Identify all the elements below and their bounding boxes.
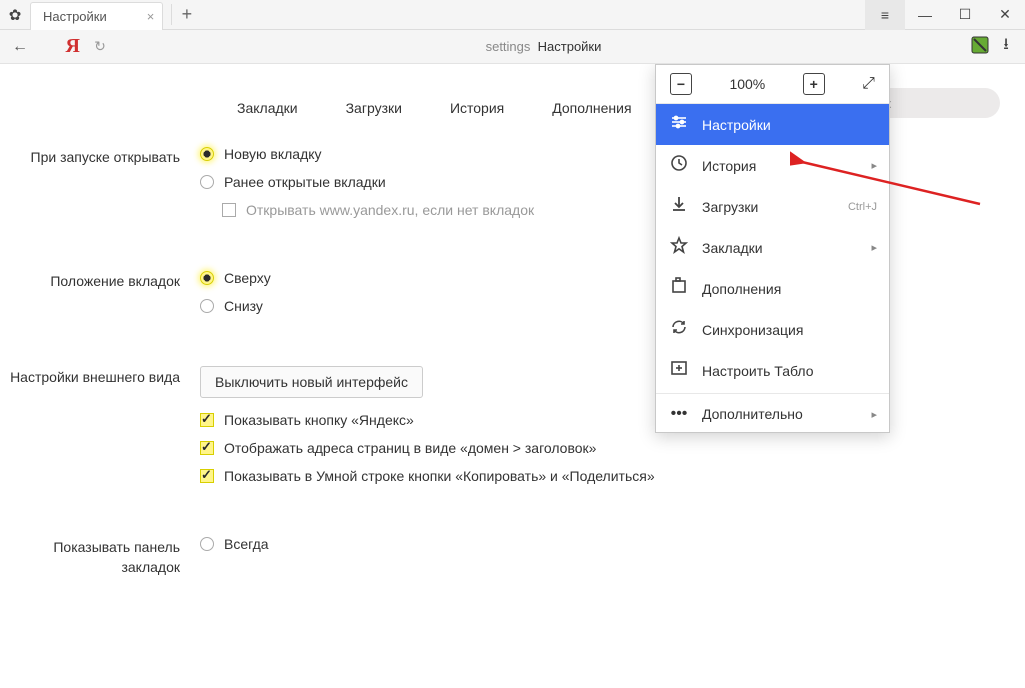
zoom-row: − 100% + ⤢ [656,65,889,104]
nav-history[interactable]: История [438,94,516,122]
yandex-logo[interactable]: Я [40,35,80,58]
menu-separator [656,393,889,394]
section-ui-label: Настройки внешнего вида [0,366,200,496]
section-bookmarkbar-label: Показывать панель закладок [0,536,200,577]
menu-tablo[interactable]: Настроить Табло [656,350,889,391]
menu-bookmarks[interactable]: Закладки ▸ [656,227,889,268]
menu-addons[interactable]: Дополнения [656,268,889,309]
nav-bookmarks[interactable]: Закладки [225,94,310,122]
hamburger-menu-button[interactable]: ≡ [865,0,905,30]
titlebar: ✿ Настройки × + ≡ — ☐ ✕ [0,0,1025,30]
window-controls: ≡ — ☐ ✕ [865,0,1025,29]
disable-new-ui-button[interactable]: Выключить новый интерфейс [200,366,423,398]
window-minimize-button[interactable]: — [905,0,945,30]
zoom-in-button[interactable]: + [803,73,825,95]
menu-downloads-shortcut: Ctrl+J [848,201,877,213]
nav-addons[interactable]: Дополнения [540,94,643,122]
checkbox-icon [200,469,214,483]
tab-close-icon[interactable]: × [147,9,155,24]
menu-tablo-label: Настроить Табло [702,363,814,379]
section-bookmarkbar: Показывать панель закладок Всегда [0,536,1025,577]
dots-icon: ••• [670,405,688,423]
puzzle-icon [670,277,688,300]
downloads-icon[interactable]: ⭳ [993,33,1019,60]
window-close-button[interactable]: ✕ [985,0,1025,30]
url-path: Настройки [538,39,602,54]
radio-icon [200,299,214,313]
radio-icon [200,175,214,189]
browser-tab[interactable]: Настройки × [30,2,163,30]
radio-icon [200,271,214,285]
zoom-value: 100% [729,76,765,92]
menu-bookmarks-label: Закладки [702,240,763,256]
reload-button[interactable]: ↻ [80,38,120,55]
ui-smartbar-buttons[interactable]: Показывать в Умной строке кнопки «Копиро… [200,468,1025,484]
fullscreen-button[interactable]: ⤢ [862,75,875,93]
checkbox-icon [200,413,214,427]
sliders-icon [670,113,688,136]
menu-addons-label: Дополнения [702,281,781,297]
menu-more-label: Дополнительно [702,406,803,422]
clock-icon [670,154,688,177]
gear-icon[interactable]: ✿ [0,6,30,24]
content-area: астроек Закладки Загрузки История Дополн… [0,64,1025,688]
sync-icon [670,318,688,341]
tabspos-top[interactable]: Сверху [200,270,1025,286]
back-button[interactable]: ← [0,38,40,56]
radio-icon [200,147,214,161]
tab-title: Настройки [43,9,107,24]
url-scheme: settings [486,39,531,54]
menu-more[interactable]: ••• Дополнительно ▸ [656,396,889,432]
extension-icon[interactable] [967,36,993,58]
section-tabs-position-label: Положение вкладок [0,270,200,326]
addressbar: ← Я ↻ settings Настройки ⭳ [0,30,1025,64]
chevron-right-icon: ▸ [871,241,877,254]
zoom-out-button[interactable]: − [670,73,692,95]
nav-downloads[interactable]: Загрузки [334,94,414,122]
menu-settings-label: Настройки [702,117,771,133]
menu-downloads[interactable]: Загрузки Ctrl+J [656,186,889,227]
menu-sync-label: Синхронизация [702,322,803,338]
ui-show-yandex-button[interactable]: Показывать кнопку «Яндекс» [200,412,1025,428]
chevron-right-icon: ▸ [871,159,877,172]
startup-option-open-yandex[interactable]: Открывать www.yandex.ru, если нет вкладо… [222,202,1025,218]
radio-icon [200,537,214,551]
titlebar-left: ✿ Настройки × + [0,0,201,29]
checkbox-icon [222,203,236,217]
new-tab-button[interactable]: + [171,4,201,25]
menu-history-label: История [702,158,756,174]
section-startup-label: При запуске открывать [0,146,200,230]
checkbox-icon [200,441,214,455]
url-display[interactable]: settings Настройки [120,39,967,54]
download-icon [670,195,688,218]
main-menu-dropdown: − 100% + ⤢ Настройки История ▸ Загрузки … [655,64,890,433]
startup-option-newtab[interactable]: Новую вкладку [200,146,1025,162]
menu-sync[interactable]: Синхронизация [656,309,889,350]
window-maximize-button[interactable]: ☐ [945,0,985,30]
star-icon [670,236,688,259]
menu-history[interactable]: История ▸ [656,145,889,186]
tabspos-bottom[interactable]: Снизу [200,298,1025,314]
chevron-right-icon: ▸ [871,408,877,421]
ui-domain-title-format[interactable]: Отображать адреса страниц в виде «домен … [200,440,1025,456]
menu-downloads-label: Загрузки [702,199,758,215]
bookmarkbar-always[interactable]: Всегда [200,536,1025,552]
menu-settings[interactable]: Настройки [656,104,889,145]
tablo-icon [670,359,688,382]
startup-option-previous[interactable]: Ранее открытые вкладки [200,174,1025,190]
